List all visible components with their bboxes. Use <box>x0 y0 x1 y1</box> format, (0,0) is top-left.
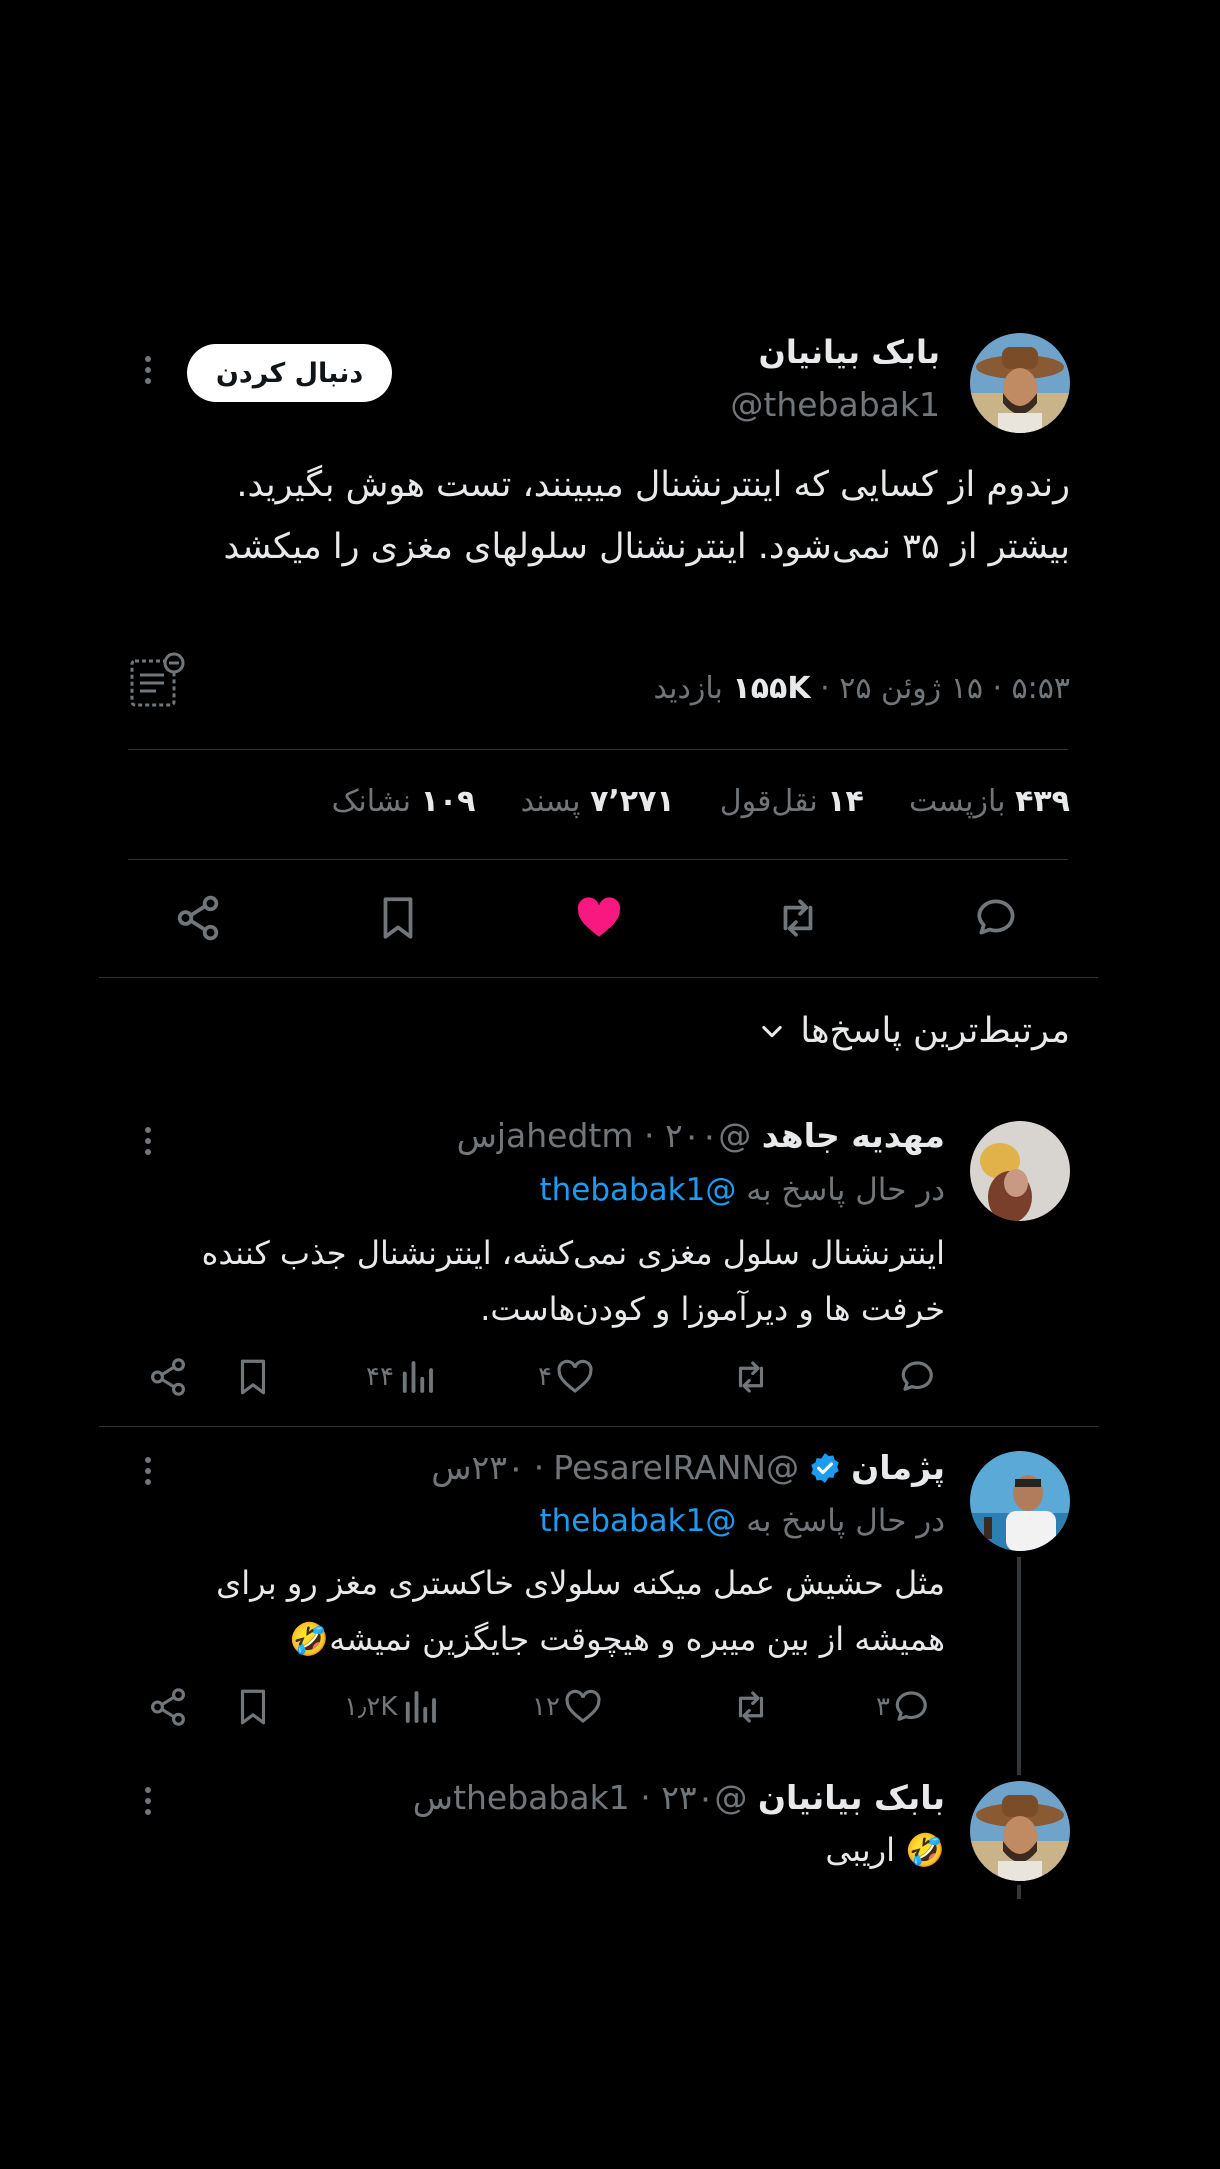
reply-text: 🤣 اریبی <box>825 1831 945 1869</box>
replying-to-handle[interactable]: @thebabak1 <box>539 1503 736 1539</box>
views-icon <box>399 1686 441 1728</box>
thread-line <box>1017 1557 1021 1775</box>
stat-reposts[interactable]: ۴۳۹ بازپست <box>909 784 1070 819</box>
reply-header: بابک بیانیان @thebabak1 · ۲۳۰س <box>412 1778 945 1817</box>
divider <box>128 749 1068 750</box>
reply-views[interactable]: ۴۴ <box>366 1356 438 1398</box>
chevron-down-icon <box>758 1017 786 1045</box>
replying-to: در حال پاسخ به @thebabak1 <box>539 1172 945 1208</box>
replying-to-label: در حال پاسخ به <box>746 1172 945 1208</box>
more-icon[interactable] <box>143 356 153 384</box>
bookmark-icon[interactable] <box>232 1356 274 1398</box>
replying-to-handle[interactable]: @thebabak1 <box>539 1172 736 1208</box>
bookmark-icon[interactable] <box>373 893 423 943</box>
follow-button[interactable]: دنبال کردن <box>187 344 392 402</box>
repost-icon[interactable] <box>773 893 823 943</box>
repost-icon[interactable] <box>730 1356 772 1398</box>
reply-header: پژمان @PesareIRANN · ۲۳۰س <box>431 1448 945 1487</box>
bookmark-icon[interactable] <box>232 1686 274 1728</box>
reply-views-count: ۱٫۲K <box>344 1692 398 1722</box>
reply-views-count: ۴۴ <box>366 1362 394 1392</box>
reply-like[interactable]: ۴ <box>538 1356 596 1398</box>
more-icon[interactable] <box>143 1457 153 1485</box>
tweet-meta: ۵:۵۳ · ۱۵ ژوئن ۲۵ · ۱۵۵K بازدید <box>653 671 1070 706</box>
divider <box>128 859 1068 860</box>
stat-likes[interactable]: ۷٬۲۷۱ پسند <box>521 784 675 819</box>
author-name[interactable]: بابک بیانیان <box>759 333 940 371</box>
reply-avatar[interactable] <box>970 1781 1070 1881</box>
reply-time[interactable]: ۲۳۰س <box>431 1448 524 1487</box>
reply-author-name[interactable]: پژمان <box>851 1448 945 1487</box>
divider <box>99 977 1098 978</box>
replies-sort-dropdown[interactable]: مرتبط‌ترین پاسخ‌ها <box>758 1011 1070 1051</box>
share-icon[interactable] <box>147 1356 189 1398</box>
thread-line <box>1017 1885 1021 1899</box>
reply-like[interactable]: ۱۲ <box>532 1686 604 1728</box>
reply-icon[interactable] <box>898 1356 940 1398</box>
reply-author-name[interactable]: بابک بیانیان <box>758 1778 945 1817</box>
tweet-text: رندوم از کسایی که اینترنشنال میبینند، تس… <box>223 465 1070 567</box>
reply-views[interactable]: ۱٫۲K <box>344 1686 441 1728</box>
share-icon[interactable] <box>173 893 223 943</box>
reply-avatar[interactable] <box>970 1121 1070 1221</box>
author-handle[interactable]: @thebabak1 <box>730 385 940 424</box>
reply-reply-count: ۳ <box>876 1692 890 1722</box>
reply-avatar[interactable] <box>970 1451 1070 1551</box>
tweet-views-count: ۱۵۵K <box>732 671 811 706</box>
list-icon[interactable] <box>128 651 188 711</box>
more-icon[interactable] <box>143 1787 153 1815</box>
reply-text: اینترنشنال سلول مغزی نمی‌کشه، اینترنشنال… <box>201 1234 945 1328</box>
replies-sort-label: مرتبط‌ترین پاسخ‌ها <box>800 1011 1070 1051</box>
replying-to-label: در حال پاسخ به <box>746 1503 945 1539</box>
tweet-stats: ۴۳۹ بازپست ۱۴ نقل‌قول ۷٬۲۷۱ پسند ۱۰۹ نشا… <box>332 784 1070 819</box>
reply-text: مثل حشیش عمل میکنه سلولای خاکستری مغز رو… <box>216 1564 945 1658</box>
divider <box>99 1426 1098 1427</box>
share-icon[interactable] <box>147 1686 189 1728</box>
tweet-views-label: بازدید <box>653 671 723 706</box>
reply-icon[interactable] <box>973 893 1023 943</box>
like-icon <box>554 1356 596 1398</box>
author-avatar[interactable] <box>970 333 1070 433</box>
reply-author-name[interactable]: مهدیه جاهد <box>762 1116 945 1155</box>
follow-button-label: دنبال کردن <box>215 357 364 389</box>
reply-like-count: ۱۲ <box>532 1692 560 1722</box>
reply-author-handle[interactable]: @PesareIRANN <box>553 1448 799 1487</box>
reply-reply[interactable]: ۳ <box>876 1686 934 1728</box>
replying-to: در حال پاسخ به @thebabak1 <box>539 1503 945 1539</box>
verified-icon <box>808 1451 842 1485</box>
views-icon <box>396 1356 438 1398</box>
stat-bookmarks[interactable]: ۱۰۹ نشانک <box>332 784 476 819</box>
reply-icon <box>892 1686 934 1728</box>
reply-like-count: ۴ <box>538 1362 552 1392</box>
tweet-time: ۵:۵۳ · ۱۵ ژوئن ۲۵ · <box>820 671 1070 706</box>
like-icon <box>562 1686 604 1728</box>
like-icon[interactable] <box>574 893 624 943</box>
more-icon[interactable] <box>143 1127 153 1155</box>
stat-quotes[interactable]: ۱۴ نقل‌قول <box>720 784 864 819</box>
reply-header: مهدیه جاهد @jahedtm · ۲۰۰س <box>456 1116 945 1155</box>
repost-icon[interactable] <box>730 1686 772 1728</box>
